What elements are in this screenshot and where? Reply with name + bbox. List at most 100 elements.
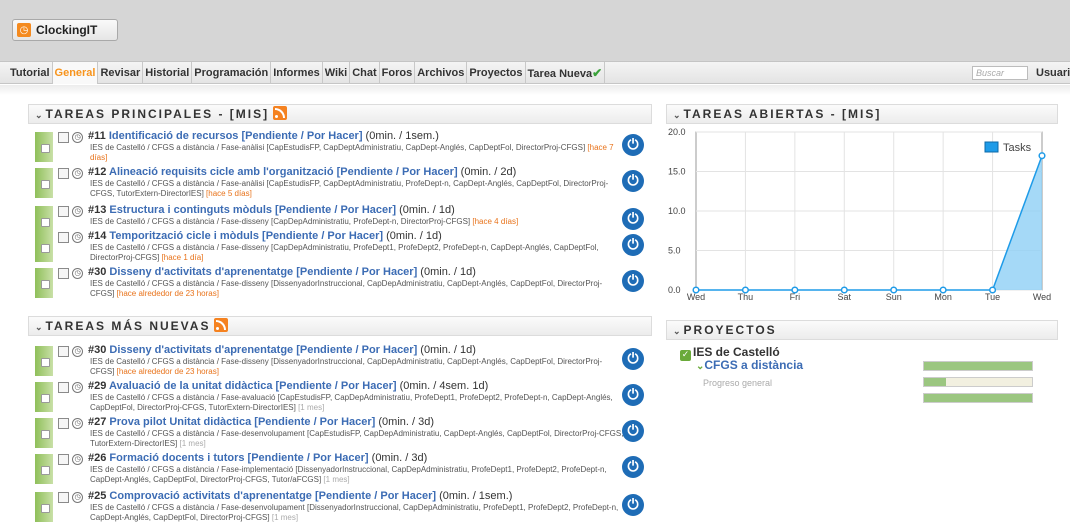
task-path: IES de Castelló / CFGS a distància / Fas… xyxy=(90,179,609,198)
task-link[interactable]: Temporització cicle i mòduls [Pendiente … xyxy=(109,230,383,242)
tab-programaci-n[interactable]: Programación xyxy=(192,62,272,84)
power-icon[interactable]: ⏻ xyxy=(622,234,644,256)
search-input[interactable]: Buscar xyxy=(972,66,1028,80)
collapse-chevron-icon[interactable]: ⌄ xyxy=(35,322,43,332)
pin-icon[interactable] xyxy=(41,244,50,253)
task-age: [1 mes] xyxy=(298,403,325,412)
clock-icon[interactable]: ◷ xyxy=(72,206,83,217)
task-checkbox[interactable] xyxy=(58,454,69,465)
pin-icon[interactable] xyxy=(41,180,50,189)
tab-wiki[interactable]: Wiki xyxy=(323,62,351,84)
data-point xyxy=(989,286,997,294)
progress-fill xyxy=(924,394,1032,402)
clock-icon[interactable]: ◷ xyxy=(72,346,83,357)
progress-bar xyxy=(923,361,1033,371)
tab-revisar[interactable]: Revisar xyxy=(98,62,144,84)
task-link[interactable]: Disseny d'activitats d'aprenentatge [Pen… xyxy=(109,266,417,278)
clock-icon[interactable]: ◷ xyxy=(72,168,83,179)
task-estimate: (0min. / 1d) xyxy=(417,266,476,278)
power-icon[interactable]: ⏻ xyxy=(622,134,644,156)
project-name: CFGS a distància xyxy=(704,358,804,372)
tab-chat[interactable]: Chat xyxy=(350,62,380,84)
collapse-chevron-icon[interactable]: ⌄ xyxy=(673,110,681,120)
power-icon[interactable]: ⏻ xyxy=(622,208,644,230)
task-checkbox[interactable] xyxy=(58,206,69,217)
project-link[interactable]: ⌄CFGS a distància xyxy=(696,358,803,372)
clock-icon[interactable]: ◷ xyxy=(72,382,83,393)
power-icon[interactable]: ⏻ xyxy=(622,170,644,192)
task-description: IES de Castelló / CFGS a distància / Fas… xyxy=(90,243,625,263)
pin-icon[interactable] xyxy=(41,144,50,153)
task-link[interactable]: Alineació requisits cicle amb l'organitz… xyxy=(109,166,458,178)
data-point xyxy=(890,286,898,294)
task-checkbox[interactable] xyxy=(58,346,69,357)
task-link[interactable]: Disseny d'activitats d'aprenentatge [Pen… xyxy=(109,344,417,356)
task-link[interactable]: Comprovació activitats d'aprenentatge [P… xyxy=(109,490,436,502)
app-logo[interactable]: ◷ ClockingIT xyxy=(12,19,118,41)
power-icon[interactable]: ⏻ xyxy=(622,270,644,292)
clock-icon[interactable]: ◷ xyxy=(72,492,83,503)
task-link[interactable]: Estructura i continguts mòduls [Pendient… xyxy=(109,204,396,216)
task-checkbox[interactable] xyxy=(58,168,69,179)
task-estimate: (0min. / 4sem. 1d) xyxy=(396,380,489,392)
task-link[interactable]: Avaluació de la unitat didàctica [Pendie… xyxy=(109,380,397,392)
pin-icon[interactable] xyxy=(41,504,50,513)
clock-icon[interactable]: ◷ xyxy=(72,232,83,243)
tab-proyectos[interactable]: Proyectos xyxy=(467,62,526,84)
checkmark-icon: ✔ xyxy=(592,66,603,80)
task-priority-bar xyxy=(35,454,53,484)
task-number: #12 xyxy=(88,166,110,178)
tab-informes[interactable]: Informes xyxy=(271,62,323,84)
task-priority-bar xyxy=(35,346,53,376)
task-number: #13 xyxy=(88,204,110,216)
progress-fill xyxy=(924,362,1032,370)
pin-icon[interactable] xyxy=(41,466,50,475)
pin-icon[interactable] xyxy=(41,218,50,227)
task-link[interactable]: Formació docents i tutors [Pendiente / P… xyxy=(109,452,368,464)
clock-icon[interactable]: ◷ xyxy=(72,268,83,279)
progress-fill xyxy=(924,378,946,386)
task-checkbox[interactable] xyxy=(58,132,69,143)
panel-title: TAREAS MÁS NUEVAS xyxy=(45,319,211,333)
user-menu[interactable]: Usuari xyxy=(1036,62,1070,84)
tab-historial[interactable]: Historial xyxy=(143,62,193,84)
legend-label: Tasks xyxy=(1003,142,1032,154)
task-link[interactable]: Identificació de recursos [Pendiente / P… xyxy=(109,130,363,142)
task-title-line: #29 Avaluació de la unitat didàctica [Pe… xyxy=(88,380,488,392)
power-icon[interactable]: ⏻ xyxy=(622,494,644,516)
task-path: IES de Castelló / CFGS a distància / Fas… xyxy=(90,429,624,448)
task-checkbox[interactable] xyxy=(58,492,69,503)
clock-icon[interactable]: ◷ xyxy=(72,132,83,143)
task-checkbox[interactable] xyxy=(58,268,69,279)
task-number: #26 xyxy=(88,452,110,464)
tab-tarea-nueva[interactable]: Tarea Nueva✔ xyxy=(526,62,606,84)
tab-archivos[interactable]: Archivos xyxy=(415,62,468,84)
tab-tutorial[interactable]: Tutorial xyxy=(8,62,53,84)
task-title-line: #30 Disseny d'activitats d'aprenentatge … xyxy=(88,344,476,356)
pin-icon[interactable] xyxy=(41,280,50,289)
task-checkbox[interactable] xyxy=(58,382,69,393)
power-icon[interactable]: ⏻ xyxy=(622,384,644,406)
rss-icon[interactable] xyxy=(214,318,229,332)
task-checkbox[interactable] xyxy=(58,418,69,429)
data-point xyxy=(840,286,848,294)
task-description: IES de Castelló / CFGS a distància / Fas… xyxy=(90,503,625,523)
rss-icon[interactable] xyxy=(273,106,288,120)
clock-icon[interactable]: ◷ xyxy=(72,418,83,429)
tab-general[interactable]: General xyxy=(52,62,99,84)
pin-icon[interactable] xyxy=(41,394,50,403)
collapse-chevron-icon[interactable]: ⌄ xyxy=(673,326,681,336)
clock-icon[interactable]: ◷ xyxy=(72,454,83,465)
task-row: ◷ #11 Identificació de recursos [Pendient… xyxy=(35,130,645,164)
pin-icon[interactable] xyxy=(41,430,50,439)
task-link[interactable]: Prova pilot Unitat didàctica [Pendiente … xyxy=(109,416,375,428)
collapse-chevron-icon[interactable]: ⌄ xyxy=(35,110,43,120)
power-icon[interactable]: ⏻ xyxy=(622,420,644,442)
power-icon[interactable]: ⏻ xyxy=(622,456,644,478)
task-priority-bar xyxy=(35,382,53,412)
pin-icon[interactable] xyxy=(41,358,50,367)
tab-foros[interactable]: Foros xyxy=(380,62,416,84)
y-tick-label: 15.0 xyxy=(668,167,686,177)
task-checkbox[interactable] xyxy=(58,232,69,243)
power-icon[interactable]: ⏻ xyxy=(622,348,644,370)
